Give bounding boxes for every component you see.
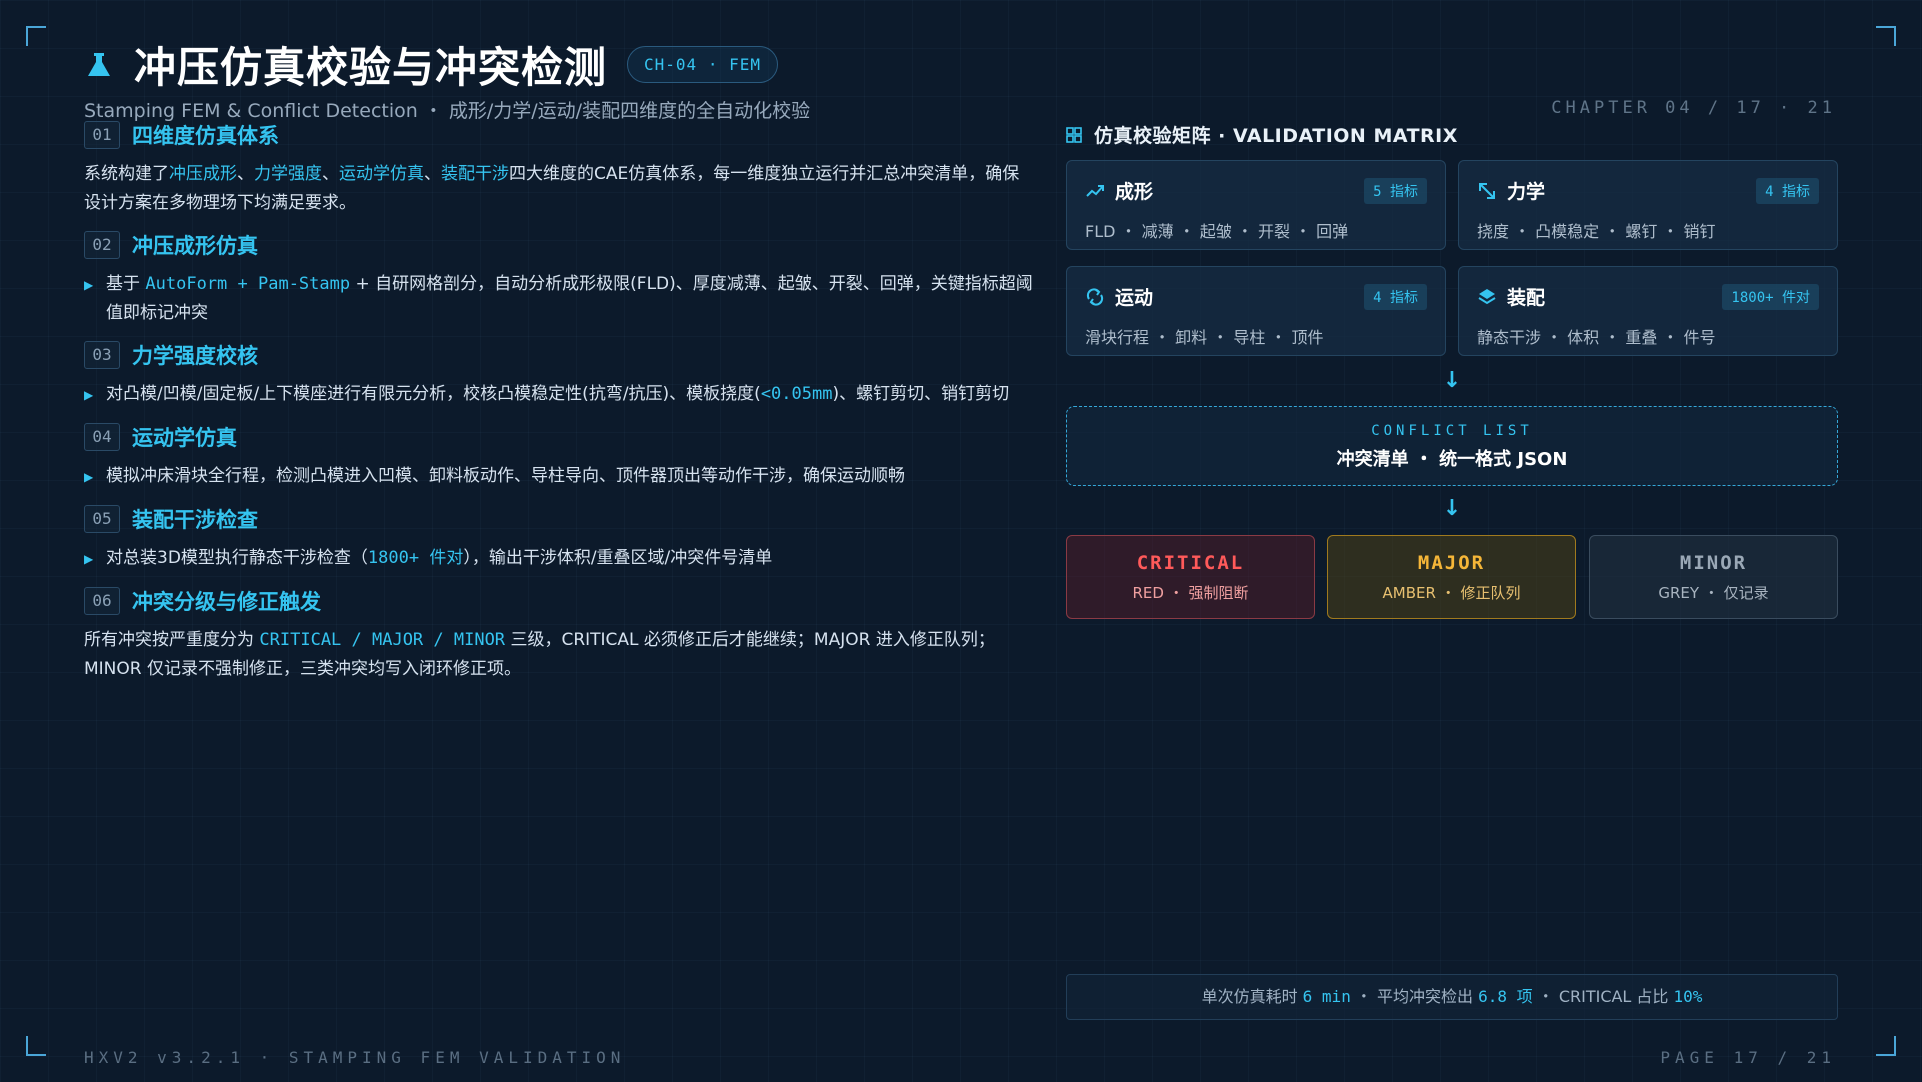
stats-bar: 单次仿真耗时 6 min ・ 平均冲突检出 6.8 项 ・ CRITICAL 占…	[1066, 974, 1838, 1020]
card-badge: 4 指标	[1756, 177, 1819, 204]
section-3: 03 力学强度校核 ▶ 对凸模/凹模/固定板/上下模座进行有限元分析，校核凸模稳…	[84, 340, 1034, 410]
card-name: 装配	[1507, 287, 1546, 309]
page-header: 冲压仿真校验与冲突检测 CH-04 · FEM	[84, 34, 778, 95]
severity-desc: AMBER ・ 修正队列	[1382, 584, 1521, 602]
corner-bracket-bottom-left	[26, 1036, 46, 1056]
card-name: 运动	[1115, 287, 1154, 309]
section-6: 06 冲突分级与修正触发 所有冲突按严重度分为 CRITICAL / MAJOR…	[84, 586, 1034, 684]
severity-critical: CRITICAL RED ・ 强制阻断	[1066, 535, 1315, 619]
trend-line-icon	[1086, 184, 1104, 197]
card-items: FLD ・ 减薄 ・ 起皱 ・ 开裂 ・ 回弹	[1085, 222, 1349, 241]
chapter-chip: CH-04 · FEM	[627, 46, 778, 83]
corner-bracket-bottom-right	[1876, 1036, 1896, 1056]
resize-arrow-icon	[1479, 182, 1495, 199]
grid-icon	[1066, 126, 1082, 143]
stat-sim-time: 6 min	[1302, 987, 1351, 1006]
section-number: 06	[84, 587, 120, 615]
severity-desc: GREY ・ 仅记录	[1658, 584, 1769, 602]
stat-critical-ratio: 10%	[1673, 987, 1703, 1006]
stat-avg-conflicts: 6.8 项	[1478, 987, 1533, 1006]
bullet-triangle-icon: ▶	[84, 388, 94, 402]
section-title: 冲压成形仿真	[132, 234, 258, 258]
severity-name: CRITICAL	[1136, 552, 1245, 574]
section-title: 力学强度校核	[132, 344, 258, 368]
card-name: 力学	[1507, 181, 1546, 203]
card-badge: 4 指标	[1364, 283, 1427, 310]
card-badge: 5 指标	[1364, 177, 1427, 204]
severity-desc: RED ・ 强制阻断	[1132, 584, 1249, 602]
chapter-indicator: CHAPTER 04 / 17 · 21	[1551, 98, 1836, 118]
severity-major: MAJOR AMBER ・ 修正队列	[1327, 535, 1576, 619]
section-paragraph: 所有冲突按严重度分为 CRITICAL / MAJOR / MINOR 三级，C…	[84, 630, 995, 679]
conflict-list-label: CONFLICT LIST	[1371, 423, 1533, 439]
matrix-card-mechanics: 力学 4 指标 挠度 ・ 凸模稳定 ・ 螺钉 ・ 销钉	[1458, 160, 1838, 250]
section-4: 04 运动学仿真 ▶ 模拟冲床滑块全行程，检测凸模进入凹模、卸料板动作、导柱导向…	[84, 422, 1034, 492]
section-number: 02	[84, 231, 120, 259]
corner-bracket-top-left	[26, 26, 46, 46]
section-5: 05 装配干涉检查 ▶ 对总装3D模型执行静态干涉检查（1800+ 件对），输出…	[84, 504, 1034, 574]
card-name: 成形	[1115, 181, 1154, 203]
section-number: 04	[84, 423, 120, 451]
conflict-list-box: CONFLICT LIST 冲突清单 ・ 统一格式 JSON	[1066, 406, 1838, 486]
flow-arrow-down-icon: ↓	[1442, 496, 1462, 521]
section-title: 装配干涉检查	[132, 508, 258, 532]
section-title: 四维度仿真体系	[132, 124, 279, 148]
footer-version: HXV2 v3.2.1 · STAMPING FEM VALIDATION	[84, 1048, 626, 1067]
corner-bracket-top-right	[1876, 26, 1896, 46]
section-bullet: ▶ 模拟冲床滑块全行程，检测凸模进入凹模、卸料板动作、导柱导向、顶件器顶出等动作…	[84, 462, 1034, 492]
section-bullet: ▶ 基于 AutoForm + Pam-Stamp + 自研网格剖分，自动分析成…	[84, 270, 1034, 328]
section-title: 冲突分级与修正触发	[132, 590, 321, 614]
page-subtitle: Stamping FEM & Conflict Detection ・ 成形/力…	[84, 100, 811, 122]
severity-minor: MINOR GREY ・ 仅记录	[1589, 535, 1838, 619]
section-bullet: ▶ 对凸模/凹模/固定板/上下模座进行有限元分析，校核凸模稳定性(抗弯/抗压)、…	[84, 380, 1034, 410]
bullet-triangle-icon: ▶	[84, 278, 94, 292]
matrix-header: 仿真校验矩阵 · VALIDATION MATRIX	[1066, 121, 1458, 148]
section-number: 05	[84, 505, 120, 533]
card-items: 挠度 ・ 凸模稳定 ・ 螺钉 ・ 销钉	[1477, 222, 1716, 241]
section-number: 03	[84, 341, 120, 369]
card-badge: 1800+ 件对	[1722, 283, 1819, 310]
bullet-triangle-icon: ▶	[84, 470, 94, 484]
section-number: 01	[84, 121, 120, 149]
card-items: 滑块行程 ・ 卸料 ・ 导柱 ・ 顶件	[1085, 328, 1324, 347]
section-1: 01 四维度仿真体系 系统构建了冲压成形、力学强度、运动学仿真、装配干涉四大维度…	[84, 120, 1034, 218]
conflict-list-text: 冲突清单 ・ 统一格式 JSON	[1336, 449, 1568, 470]
footer-page-number: PAGE 17 / 21	[1660, 1048, 1836, 1067]
section-title: 运动学仿真	[132, 426, 237, 450]
flask-icon	[88, 52, 110, 76]
severity-name: MAJOR	[1417, 552, 1486, 574]
section-bullet: ▶ 对总装3D模型执行静态干涉检查（1800+ 件对），输出干涉体积/重叠区域/…	[84, 544, 1034, 574]
section-paragraph: 系统构建了冲压成形、力学强度、运动学仿真、装配干涉四大维度的CAE仿真体系，每一…	[84, 164, 1020, 213]
matrix-title: 仿真校验矩阵 · VALIDATION MATRIX	[1094, 125, 1458, 147]
flow-arrow-down-icon: ↓	[1442, 368, 1462, 393]
section-2: 02 冲压成形仿真 ▶ 基于 AutoForm + Pam-Stamp + 自研…	[84, 230, 1034, 328]
rotate-icon	[1086, 287, 1104, 306]
page-title: 冲压仿真校验与冲突检测	[134, 43, 608, 92]
matrix-card-motion: 运动 4 指标 滑块行程 ・ 卸料 ・ 导柱 ・ 顶件	[1066, 266, 1446, 356]
sections-column: 01 四维度仿真体系 系统构建了冲压成形、力学强度、运动学仿真、装配干涉四大维度…	[84, 120, 1034, 696]
bullet-triangle-icon: ▶	[84, 552, 94, 566]
matrix-card-forming: 成形 5 指标 FLD ・ 减薄 ・ 起皱 ・ 开裂 ・ 回弹	[1066, 160, 1446, 250]
matrix-card-assembly: 装配 1800+ 件对 静态干涉 ・ 体积 ・ 重叠 ・ 件号	[1458, 266, 1838, 356]
layers-icon	[1478, 288, 1496, 304]
severity-name: MINOR	[1679, 552, 1748, 574]
card-items: 静态干涉 ・ 体积 ・ 重叠 ・ 件号	[1477, 328, 1716, 347]
